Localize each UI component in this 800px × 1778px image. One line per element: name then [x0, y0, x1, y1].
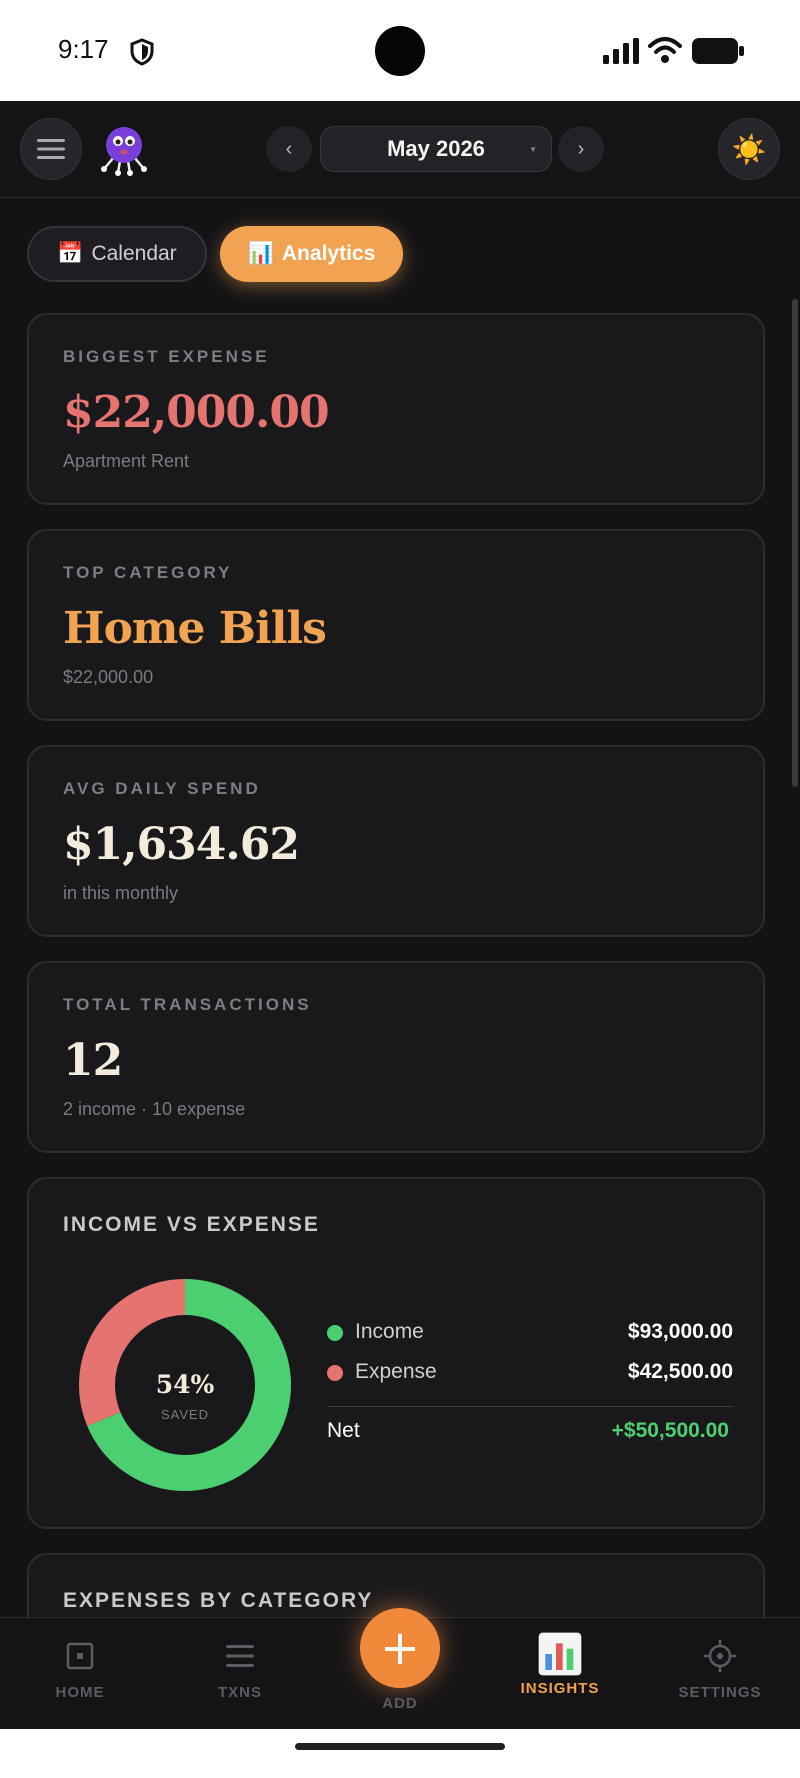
- tab-analytics[interactable]: 📊 Analytics: [220, 226, 403, 282]
- legend-divider: [327, 1406, 733, 1407]
- stat-value: $1,634.62: [63, 819, 300, 870]
- theme-toggle-button[interactable]: ☀️: [718, 118, 780, 180]
- total-transactions-card: TOTAL TRANSACTIONS 12 2 income · 10 expe…: [27, 961, 765, 1153]
- stat-sub: in this monthly: [63, 883, 179, 903]
- status-time: 9:17: [58, 34, 109, 64]
- chart-icon: 📊: [247, 242, 274, 265]
- nav-insights-label: INSIGHTS: [520, 1680, 600, 1697]
- home-indicator[interactable]: [295, 1743, 505, 1750]
- hamburger-icon: [37, 139, 65, 159]
- bottom-nav: HOME TXNS + ADD INSIGHTS SETTINGS: [0, 1608, 800, 1729]
- nav-settings-label: SETTINGS: [678, 1684, 762, 1701]
- nav-home-label: HOME: [55, 1684, 105, 1701]
- nav-add-label: ADD: [382, 1695, 418, 1712]
- next-month-button[interactable]: ›: [558, 126, 604, 172]
- income-expense-donut-chart: 54% SAVED: [79, 1279, 291, 1491]
- calendar-icon: 📅: [57, 242, 84, 265]
- section-title: EXPENSES BY CATEGORY: [63, 1589, 374, 1612]
- income-vs-expense-card: INCOME VS EXPENSE 54% SAVED Income $93,0…: [27, 1177, 765, 1529]
- analytics-content[interactable]: 📅 Calendar 📊 Analytics BIGGEST EXPENSE $…: [0, 199, 800, 1617]
- stat-value: Home Bills: [63, 603, 327, 654]
- nav-txns[interactable]: TXNS: [175, 1638, 305, 1718]
- prev-month-button[interactable]: ‹: [266, 126, 312, 172]
- month-selector[interactable]: May 2026 ▼: [320, 126, 552, 172]
- month-label: May 2026: [387, 136, 485, 161]
- net-value: +$50,500.00: [611, 1419, 729, 1442]
- nav-insights[interactable]: INSIGHTS: [495, 1632, 625, 1718]
- wifi-icon: [648, 37, 682, 63]
- nav-txns-label: TXNS: [217, 1684, 262, 1701]
- front-camera: [375, 26, 425, 76]
- battery-icon: [692, 38, 744, 64]
- gear-icon: [704, 1640, 736, 1672]
- tab-calendar-label: Calendar: [91, 242, 177, 265]
- stat-sub: Apartment Rent: [63, 451, 190, 471]
- avg-daily-spend-card: AVG DAILY SPEND $1,634.62 in this monthl…: [27, 745, 765, 937]
- scrollbar[interactable]: [792, 299, 798, 787]
- shield-icon: [130, 38, 154, 66]
- donut-center-value: 54%: [156, 1370, 215, 1399]
- expense-dot-icon: [327, 1365, 343, 1381]
- app-window: ‹ May 2026 ▼ › ☀️ 📅 Calendar 📊 Analytics…: [0, 101, 800, 1729]
- list-icon: [226, 1645, 254, 1667]
- stat-label: TOP CATEGORY: [63, 563, 233, 582]
- nav-home[interactable]: HOME: [15, 1638, 145, 1718]
- stat-label: BIGGEST EXPENSE: [63, 347, 270, 366]
- legend-value: $42,500.00: [627, 1360, 733, 1383]
- plus-icon: +: [379, 1620, 421, 1676]
- status-bar: 9:17: [0, 0, 800, 101]
- sun-icon: ☀️: [731, 132, 767, 166]
- stat-sub: $22,000.00: [63, 667, 154, 687]
- chevron-down-icon: ▼: [529, 145, 537, 154]
- stat-value: $22,000.00: [63, 387, 330, 438]
- tab-analytics-label: Analytics: [281, 242, 376, 265]
- legend-income: Income $93,000.00: [327, 1318, 733, 1348]
- legend-label: Expense: [355, 1360, 437, 1383]
- system-nav-area: [0, 1729, 800, 1778]
- legend-expense: Expense $42,500.00: [327, 1358, 733, 1388]
- biggest-expense-card: BIGGEST EXPENSE $22,000.00 Apartment Ren…: [27, 313, 765, 505]
- donut-center-label: SAVED: [161, 1407, 209, 1422]
- stat-sub: 2 income · 10 expense: [63, 1099, 246, 1119]
- mascot-logo: [101, 127, 147, 176]
- top-category-card: TOP CATEGORY Home Bills $22,000.00: [27, 529, 765, 721]
- tab-calendar[interactable]: 📅 Calendar: [27, 226, 207, 282]
- nav-settings[interactable]: SETTINGS: [655, 1638, 785, 1718]
- bar-chart-icon: [538, 1632, 582, 1676]
- stat-label: TOTAL TRANSACTIONS: [63, 995, 312, 1014]
- app-header: ‹ May 2026 ▼ › ☀️: [0, 101, 800, 198]
- home-icon: [66, 1642, 94, 1670]
- income-dot-icon: [327, 1325, 343, 1341]
- cellular-signal-icon: [603, 38, 639, 64]
- net-label: Net: [327, 1419, 360, 1442]
- legend-value: $93,000.00: [627, 1320, 733, 1343]
- stat-value: 12: [63, 1035, 123, 1086]
- add-transaction-button[interactable]: +: [360, 1608, 440, 1688]
- legend-label: Income: [355, 1320, 424, 1343]
- menu-button[interactable]: [20, 118, 82, 180]
- stat-label: AVG DAILY SPEND: [63, 779, 261, 798]
- section-title: INCOME VS EXPENSE: [63, 1213, 320, 1236]
